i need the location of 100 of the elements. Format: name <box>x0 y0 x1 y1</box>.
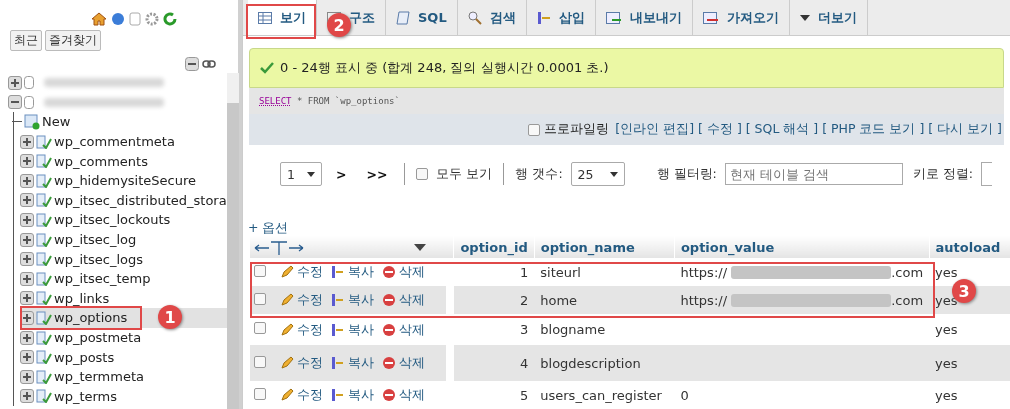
reload-icon[interactable] <box>163 12 177 26</box>
expand-icon[interactable] <box>20 232 34 247</box>
checkbox[interactable] <box>416 168 429 181</box>
tree-item[interactable]: wp_postmeta <box>54 330 142 345</box>
tree-item[interactable]: New <box>42 114 71 130</box>
row-action-link[interactable]: 삭제 <box>381 263 425 281</box>
next-button[interactable]: > <box>330 166 353 182</box>
table-cell: siteurl <box>534 258 675 286</box>
table-cell: 3 <box>453 314 535 345</box>
message-text: 0 - 24행 표시 중 (합계 248, 질의 실행시간 0.0001 초.) <box>280 59 609 77</box>
sort-caret-icon[interactable] <box>414 244 426 252</box>
row-action-link[interactable]: 삭제 <box>381 354 425 372</box>
table-cell: yes <box>929 381 1010 409</box>
row-action-link[interactable]: 복사 <box>330 354 374 372</box>
expand-icon[interactable] <box>20 389 34 404</box>
table-icon <box>36 271 52 286</box>
filter-field[interactable]: 현재 테이블 검색 <box>724 163 903 186</box>
search-icon <box>467 10 482 25</box>
tree-item[interactable]: wp_comments <box>54 153 148 169</box>
row-action-link[interactable]: 복사 <box>330 263 374 281</box>
scrollbar[interactable] <box>226 73 239 409</box>
tree-item[interactable]: wp_itsec_log <box>54 232 137 248</box>
row-action-link[interactable]: 삭제 <box>381 320 425 339</box>
query-link[interactable]: [ 다시 보기 ] <box>928 121 1002 139</box>
row-action-link[interactable]: 복사 <box>330 320 374 339</box>
checkbox-label: 모두 보기 <box>436 165 493 183</box>
column-resize-icon[interactable] <box>254 240 304 255</box>
checkbox[interactable] <box>253 322 266 334</box>
checkmark-icon <box>260 62 274 74</box>
expand-icon[interactable] <box>20 330 34 345</box>
tab[interactable]: 보기 <box>248 0 317 35</box>
tree-item[interactable]: wp_hidemysiteSecure <box>54 173 197 189</box>
options-link[interactable]: + 옵션 <box>248 220 289 235</box>
expand-icon[interactable] <box>20 193 34 208</box>
row-action-link[interactable]: 삭제 <box>381 291 425 309</box>
row-action-link[interactable]: 복사 <box>330 291 374 309</box>
table-icon <box>36 134 52 149</box>
insert-icon <box>536 10 551 25</box>
row-action-link[interactable]: 수정 <box>279 320 323 339</box>
rows-select[interactable]: 25 <box>570 162 625 187</box>
query-link[interactable]: [인라인 편집] <box>615 121 695 139</box>
query-link[interactable]: [ 수정 ] <box>698 121 742 139</box>
column-header[interactable]: option_id <box>453 236 535 258</box>
tree-item[interactable]: wp_links <box>54 290 110 306</box>
column-header[interactable]: option_name <box>534 236 675 258</box>
row-action-link[interactable]: 수정 <box>279 386 323 404</box>
table-icon <box>36 252 52 267</box>
sidebar-button[interactable]: 최근 <box>10 30 42 51</box>
expand-icon[interactable] <box>20 291 34 306</box>
table-icon <box>36 330 52 345</box>
tree-item[interactable]: wp_options <box>54 310 128 326</box>
settings-icon[interactable] <box>145 12 159 26</box>
expand-icon[interactable] <box>20 252 34 267</box>
home-icon[interactable] <box>91 12 107 26</box>
table-icon <box>36 310 52 325</box>
new-table-icon <box>24 114 40 130</box>
copy-icon <box>330 388 345 402</box>
row-action-link[interactable]: 수정 <box>279 263 323 281</box>
row-action-link[interactable]: 수정 <box>279 354 323 372</box>
checkbox[interactable] <box>528 123 541 136</box>
sidebar-button[interactable]: 즐겨찾기 <box>45 30 101 51</box>
checkbox[interactable] <box>253 355 266 368</box>
expand-icon[interactable] <box>8 75 22 90</box>
checkbox[interactable] <box>253 387 266 400</box>
link-icon[interactable] <box>202 60 216 68</box>
tree-item[interactable]: wp_itsec_temp <box>54 271 151 287</box>
row-action-link[interactable]: 수정 <box>279 291 323 309</box>
caret-icon <box>799 14 810 21</box>
checkbox[interactable] <box>253 292 266 305</box>
expand-icon[interactable] <box>20 369 34 384</box>
collapse-all-icon[interactable] <box>185 57 199 71</box>
tree-item[interactable]: wp_itsec_logs <box>54 251 144 267</box>
copy-icon <box>330 356 345 370</box>
database-icon <box>24 76 34 90</box>
expand-icon[interactable] <box>20 154 34 169</box>
collapse-icon[interactable] <box>8 95 22 110</box>
tree-item[interactable]: wp_termmeta <box>54 369 144 385</box>
column-header[interactable]: option_value <box>674 236 930 258</box>
checkbox[interactable] <box>253 264 266 277</box>
query-link[interactable]: [ SQL 해석 ] <box>745 121 819 139</box>
page-select[interactable]: 1 <box>280 162 322 187</box>
rows-label: 행 갯수: <box>515 165 563 183</box>
table-cell: 0 <box>680 388 689 403</box>
expand-icon[interactable] <box>20 350 34 365</box>
row-action-link[interactable]: 복사 <box>330 386 374 404</box>
last-button[interactable]: >> <box>360 166 394 182</box>
tree-item[interactable]: wp_itsec_lockouts <box>54 212 171 228</box>
expand-icon[interactable] <box>20 212 34 227</box>
query-link[interactable]: [ PHP 코드 보기 ] <box>822 121 925 139</box>
tree-item[interactable]: wp_terms <box>54 388 118 404</box>
column-header[interactable]: autoload <box>929 236 1010 258</box>
pencil-icon <box>279 265 294 279</box>
expand-icon[interactable] <box>20 271 34 286</box>
tree-item[interactable]: wp_itsec_distributed_stora <box>54 192 227 208</box>
highlight-frame <box>246 4 316 39</box>
expand-icon[interactable] <box>20 134 34 149</box>
expand-icon[interactable] <box>20 173 34 188</box>
row-action-link[interactable]: 삭제 <box>381 386 425 404</box>
tree-item[interactable]: wp_commentmeta <box>54 134 175 150</box>
tree-item[interactable]: wp_posts <box>54 349 115 365</box>
